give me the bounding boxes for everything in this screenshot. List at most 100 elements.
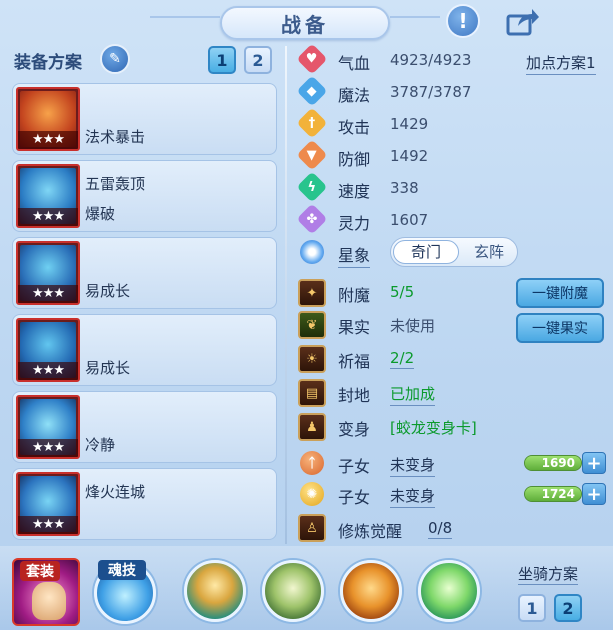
point-plan-link[interactable]: 加点方案1: [526, 52, 596, 75]
fruit-value: 未使用: [390, 317, 436, 335]
awaken-label: 修炼觉醒: [338, 522, 403, 541]
fruit-label: 果实: [338, 318, 371, 337]
formation-toggle[interactable]: 奇门 玄阵: [390, 237, 518, 267]
helmet-icon: ★★★: [16, 164, 80, 228]
stat-label-mp: 魔法: [338, 86, 371, 105]
blessing-value[interactable]: 2/2: [390, 349, 415, 369]
enchant-icon: ✦: [298, 279, 326, 307]
equipment-plan-2-button[interactable]: 2: [244, 46, 272, 74]
equipment-plan-1-button[interactable]: 1: [208, 46, 236, 74]
spirit-icon: ✤: [296, 203, 328, 235]
stat-value-hp: 4923/4923: [390, 51, 472, 69]
equipment-slot-weapon[interactable]: ★★★ 法术暴击: [12, 83, 277, 155]
equipment-effect: 易成长: [85, 282, 131, 300]
child-power-bar-1: 1690: [524, 455, 582, 471]
edit-icon[interactable]: ✎: [100, 44, 130, 74]
panel-divider: [285, 46, 287, 544]
star-compass-icon: [300, 240, 324, 264]
mana-icon: ◆: [296, 75, 328, 107]
stat-value-mp: 3787/3787: [390, 83, 472, 101]
equipment-effect: 冷静: [85, 436, 116, 454]
title-ornament-left: [150, 16, 220, 18]
child-power-bar-2: 1724: [524, 486, 582, 502]
belt-icon: ★★★: [16, 395, 80, 459]
stat-label-defense: 防御: [338, 150, 371, 169]
blessing-label: 祈福: [338, 352, 371, 371]
toggle-option-qimen[interactable]: 奇门: [393, 240, 459, 264]
star-rating: ★★★: [18, 362, 78, 380]
shoes-icon: ★★★: [16, 472, 80, 536]
fief-icon: ▤: [298, 379, 326, 407]
child-icon-1: ᛏ: [300, 451, 324, 475]
toggle-option-xuanzhen[interactable]: 玄阵: [461, 241, 517, 263]
fruit-icon: ❦: [298, 311, 326, 339]
blessing-icon: ☀: [298, 345, 326, 373]
hand-icon: [32, 582, 66, 620]
star-rating: ★★★: [18, 516, 78, 534]
equipment-skill: 五雷轰顶: [85, 175, 146, 193]
child-icon-2: ✺: [300, 482, 324, 506]
title-banner: 战备: [220, 6, 390, 40]
lightning-icon: ϟ: [296, 171, 328, 203]
stat-value-spirit: 1607: [390, 211, 429, 229]
armor-icon: ★★★: [16, 318, 80, 382]
child-add-button-2[interactable]: +: [582, 483, 606, 505]
equipment-slot-necklace[interactable]: ★★★ 易成长: [12, 237, 277, 309]
fief-label: 封地: [338, 386, 371, 405]
weapon-icon: ★★★: [16, 87, 80, 151]
equipment-effect: 易成长: [85, 359, 131, 377]
child-status-2[interactable]: 未变身: [390, 485, 436, 508]
child-label-2: 子女: [338, 488, 371, 507]
necklace-icon: ★★★: [16, 241, 80, 305]
equipment-slot-helmet[interactable]: ★★★ 五雷轰顶 爆破: [12, 160, 277, 232]
child-power-value-1: 1690: [541, 456, 575, 470]
equipment-skill: 烽火连城: [85, 483, 146, 501]
sword-icon: †: [296, 107, 328, 139]
info-icon[interactable]: !: [446, 4, 480, 38]
stat-label-attack: 攻击: [338, 118, 371, 137]
skill-orb-flame-icon[interactable]: [340, 560, 402, 622]
equipment-slot-belt[interactable]: ★★★ 冷静: [12, 391, 277, 463]
xingxiang-link[interactable]: 星象: [338, 242, 371, 268]
star-rating: ★★★: [18, 439, 78, 457]
fief-value[interactable]: 已加成: [390, 383, 436, 406]
stat-value-defense: 1492: [390, 147, 429, 165]
stat-value-attack: 1429: [390, 115, 429, 133]
enchant-value: 5/5: [390, 283, 415, 301]
shield-icon: ▼: [296, 139, 328, 171]
star-rating: ★★★: [18, 208, 78, 226]
transform-value[interactable]: [蛟龙变身卡]: [390, 417, 477, 438]
star-rating: ★★★: [18, 285, 78, 303]
stat-label-speed: 速度: [338, 182, 371, 201]
skill-orb-crystal-icon[interactable]: [418, 560, 480, 622]
equipment-slot-armor[interactable]: ★★★ 易成长: [12, 314, 277, 386]
page-title: 战备: [281, 12, 329, 37]
mount-plan-1-button[interactable]: 1: [518, 594, 546, 622]
skill-orb-blade-icon[interactable]: [262, 560, 324, 622]
awaken-value[interactable]: 0/8: [428, 519, 453, 539]
equipment-effect: 爆破: [85, 205, 116, 223]
awaken-icon: ♙: [298, 514, 326, 542]
transform-label: 变身: [338, 420, 371, 439]
title-ornament-right: [390, 16, 440, 18]
child-power-value-2: 1724: [541, 487, 575, 501]
child-add-button-1[interactable]: +: [582, 452, 606, 474]
one-click-fruit-button[interactable]: 一键果实: [516, 313, 604, 343]
equipment-slot-shoes[interactable]: ★★★ 烽火连城: [12, 468, 277, 540]
one-click-enchant-button[interactable]: 一键附魔: [516, 278, 604, 308]
stat-value-speed: 338: [390, 179, 419, 197]
stat-label-hp: 气血: [338, 54, 371, 73]
skill-orb-figure-icon[interactable]: [184, 560, 246, 622]
soul-skill-label: 魂技: [98, 560, 146, 580]
heart-icon: ♥: [296, 43, 328, 75]
set-bonus-label: 套装: [20, 561, 60, 581]
mount-plan-title: 坐骑方案: [518, 565, 579, 585]
child-status-1[interactable]: 未变身: [390, 454, 436, 477]
equipment-effect: 法术暴击: [85, 128, 146, 146]
share-icon[interactable]: [506, 8, 540, 36]
equipment-plan-title: 装备方案: [14, 53, 82, 73]
mount-plan-2-button[interactable]: 2: [554, 594, 582, 622]
stat-label-spirit: 灵力: [338, 214, 371, 233]
star-rating: ★★★: [18, 131, 78, 149]
enchant-label: 附魔: [338, 286, 371, 305]
